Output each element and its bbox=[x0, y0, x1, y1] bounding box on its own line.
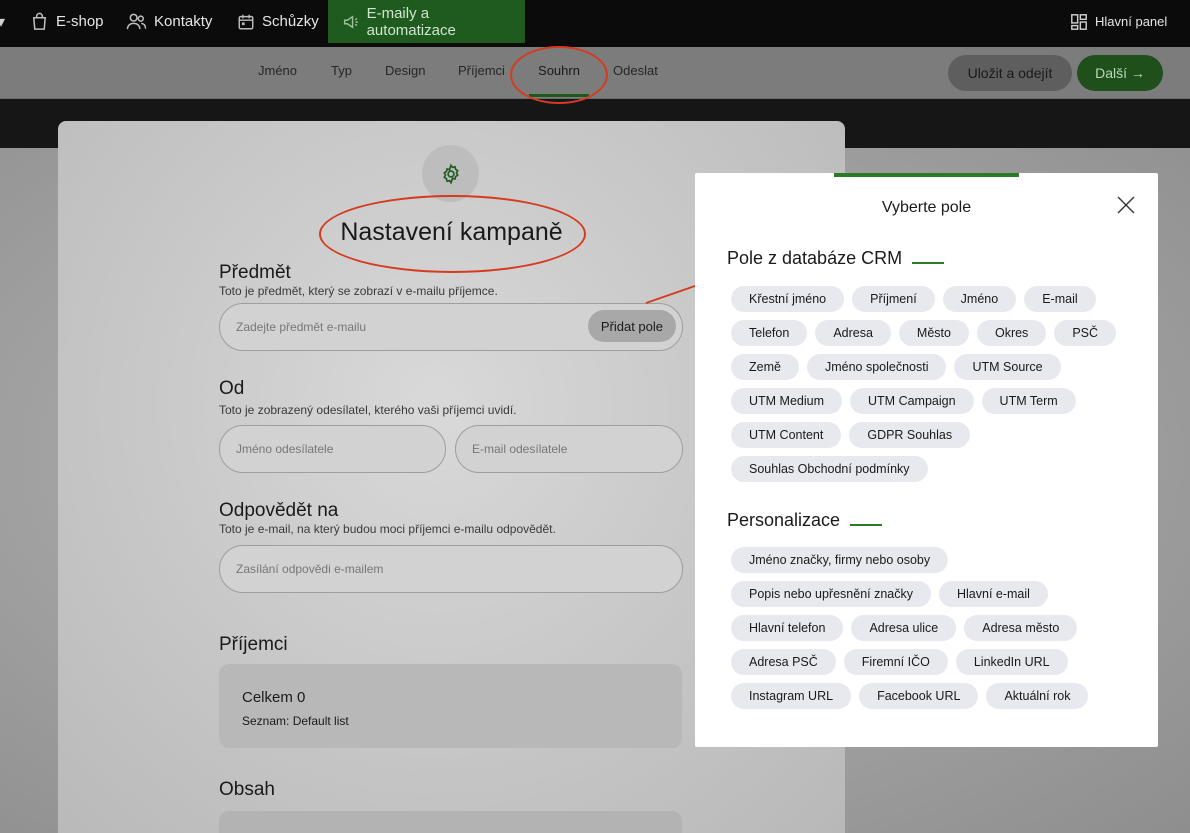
nav-item-label: Schůzky bbox=[262, 13, 319, 30]
subject-placeholder: Zadejte předmět e-mailu bbox=[236, 320, 367, 334]
content-title: Obsah bbox=[219, 779, 275, 800]
dialog-accent-bar bbox=[834, 173, 1019, 177]
subject-input[interactable]: Zadejte předmět e-mailu Přidat pole bbox=[219, 303, 683, 351]
field-chip[interactable]: Jméno bbox=[942, 286, 1017, 312]
reply-to-placeholder: Zasílání odpovědi e-mailem bbox=[236, 562, 384, 576]
close-icon[interactable] bbox=[1116, 195, 1136, 215]
field-chip[interactable]: Popis nebo upřesnění značky bbox=[731, 581, 931, 607]
field-chip[interactable]: E-mail bbox=[1024, 286, 1096, 312]
nav-item-contacts[interactable]: Kontakty bbox=[126, 0, 212, 43]
field-chip[interactable]: Aktuální rok bbox=[986, 683, 1089, 709]
megaphone-icon bbox=[343, 14, 358, 29]
personalization-title: Personalizace bbox=[727, 510, 883, 531]
recipients-list: Seznam: Default list bbox=[242, 714, 349, 728]
nav-item-label: E-maily a automatizace bbox=[366, 4, 456, 39]
field-chip[interactable]: Adresa město bbox=[964, 615, 1078, 641]
calendar-icon bbox=[238, 14, 254, 29]
field-chip[interactable]: Adresa PSČ bbox=[731, 649, 836, 675]
crm-fields-list: Křestní jméno Příjmení Jméno E-mail Telefon A… bbox=[731, 286, 1131, 482]
from-hint: Toto je zobrazený odesílatel, kterého va… bbox=[219, 403, 517, 417]
field-chip[interactable]: Adresa bbox=[815, 320, 891, 346]
field-picker-dialog: Vyberte pole Pole z databáze CRM Křestní… bbox=[695, 173, 1158, 747]
personalization-title-text: Personalizace bbox=[727, 510, 841, 530]
field-chip[interactable]: Firemní IČO bbox=[843, 649, 948, 675]
content-section bbox=[219, 811, 682, 833]
field-chip[interactable]: Příjmení bbox=[852, 286, 935, 312]
users-icon bbox=[126, 13, 147, 30]
chevron-icon[interactable]: ▾ bbox=[0, 12, 5, 32]
nav-item-label: E-shop bbox=[56, 13, 104, 30]
field-chip[interactable]: Hlavní e-mail bbox=[939, 581, 1048, 607]
nav-item-dashboard[interactable]: Hlavní panel bbox=[1070, 0, 1167, 43]
subject-hint: Toto je předmět, který se zobrazí v e-ma… bbox=[219, 284, 498, 298]
save-and-exit-button[interactable]: Uložit a odejít bbox=[948, 55, 1072, 91]
field-chip[interactable]: LinkedIn URL bbox=[955, 649, 1068, 675]
field-chip[interactable]: Země bbox=[731, 354, 799, 380]
nav-item-label: Kontakty bbox=[154, 13, 213, 30]
field-chip[interactable]: Facebook URL bbox=[859, 683, 979, 709]
field-chip[interactable]: UTM Content bbox=[731, 422, 842, 448]
sender-email-placeholder: E-mail odesílatele bbox=[472, 442, 568, 456]
recipients-summary: Celkem 0 Seznam: Default list bbox=[219, 664, 682, 748]
nav-item-emails-automation[interactable]: E-maily a automatizace bbox=[328, 0, 525, 43]
tab-design[interactable]: Design bbox=[385, 47, 425, 97]
next-button[interactable]: Další → bbox=[1077, 55, 1163, 91]
nav-item-eshop[interactable]: E-shop bbox=[30, 0, 104, 43]
field-chip[interactable]: Telefon bbox=[731, 320, 808, 346]
reply-to-title: Odpovědět na bbox=[219, 500, 339, 521]
field-chip[interactable]: UTM Medium bbox=[731, 388, 843, 414]
field-chip[interactable]: Hlavní telefon bbox=[731, 615, 844, 641]
field-chip[interactable]: Souhlas Obchodní podmínky bbox=[731, 456, 928, 482]
add-field-button[interactable]: Přidat pole bbox=[587, 310, 676, 342]
personalization-fields-list: Jméno značky, firmy nebo osoby Popis nebo… bbox=[731, 547, 1131, 709]
shopping-bag-icon bbox=[32, 12, 47, 30]
dashboard-label: Hlavní panel bbox=[1095, 14, 1168, 29]
crm-fields-title-text: Pole z databáze CRM bbox=[727, 248, 903, 268]
field-chip[interactable]: GDPR Souhlas bbox=[849, 422, 971, 448]
reply-to-hint: Toto je e-mail, na který budou moci příj… bbox=[219, 522, 556, 536]
sender-email-input[interactable]: E-mail odesílatele bbox=[455, 425, 683, 473]
sender-name-input[interactable]: Jméno odesílatele bbox=[219, 425, 446, 473]
crm-fields-title: Pole z databáze CRM bbox=[727, 248, 945, 269]
field-chip[interactable]: Město bbox=[898, 320, 969, 346]
field-chip[interactable]: Okres bbox=[976, 320, 1047, 346]
recipients-total: Celkem 0 bbox=[242, 689, 306, 706]
field-chip[interactable]: Jméno společnosti bbox=[806, 354, 947, 380]
top-navigation: ▾ E-shop Kontakty Schůzky E-maily a auto… bbox=[0, 0, 1190, 47]
field-chip[interactable]: Jméno značky, firmy nebo osoby bbox=[731, 547, 949, 573]
field-chip[interactable]: PSČ bbox=[1054, 320, 1117, 346]
reply-to-input[interactable]: Zasílání odpovědi e-mailem bbox=[219, 545, 683, 593]
field-chip[interactable]: UTM Campaign bbox=[850, 388, 974, 414]
gear-icon bbox=[442, 162, 459, 185]
field-chip[interactable]: UTM Term bbox=[981, 388, 1076, 414]
tab-send[interactable]: Odeslat bbox=[613, 47, 658, 97]
recipients-title: Příjemci bbox=[219, 634, 288, 655]
tab-recipients[interactable]: Příjemci bbox=[458, 47, 505, 97]
field-chip[interactable]: Adresa ulice bbox=[851, 615, 957, 641]
field-chip[interactable]: Instagram URL bbox=[731, 683, 852, 709]
dashboard-grid-icon bbox=[1071, 13, 1087, 30]
sender-name-placeholder: Jméno odesílatele bbox=[236, 442, 334, 456]
annotation-oval-title bbox=[319, 195, 586, 273]
field-chip[interactable]: Křestní jméno bbox=[731, 286, 845, 312]
nav-item-meetings[interactable]: Schůzky bbox=[237, 0, 319, 43]
tab-name[interactable]: Jméno bbox=[258, 47, 297, 97]
subject-title: Předmět bbox=[219, 262, 291, 283]
dialog-title: Vyberte pole bbox=[881, 199, 972, 216]
settings-badge bbox=[422, 145, 479, 202]
tab-type[interactable]: Typ bbox=[331, 47, 352, 97]
from-title: Od bbox=[219, 378, 245, 399]
field-chip[interactable]: UTM Source bbox=[954, 354, 1061, 380]
annotation-oval-summary-tab bbox=[510, 46, 608, 104]
